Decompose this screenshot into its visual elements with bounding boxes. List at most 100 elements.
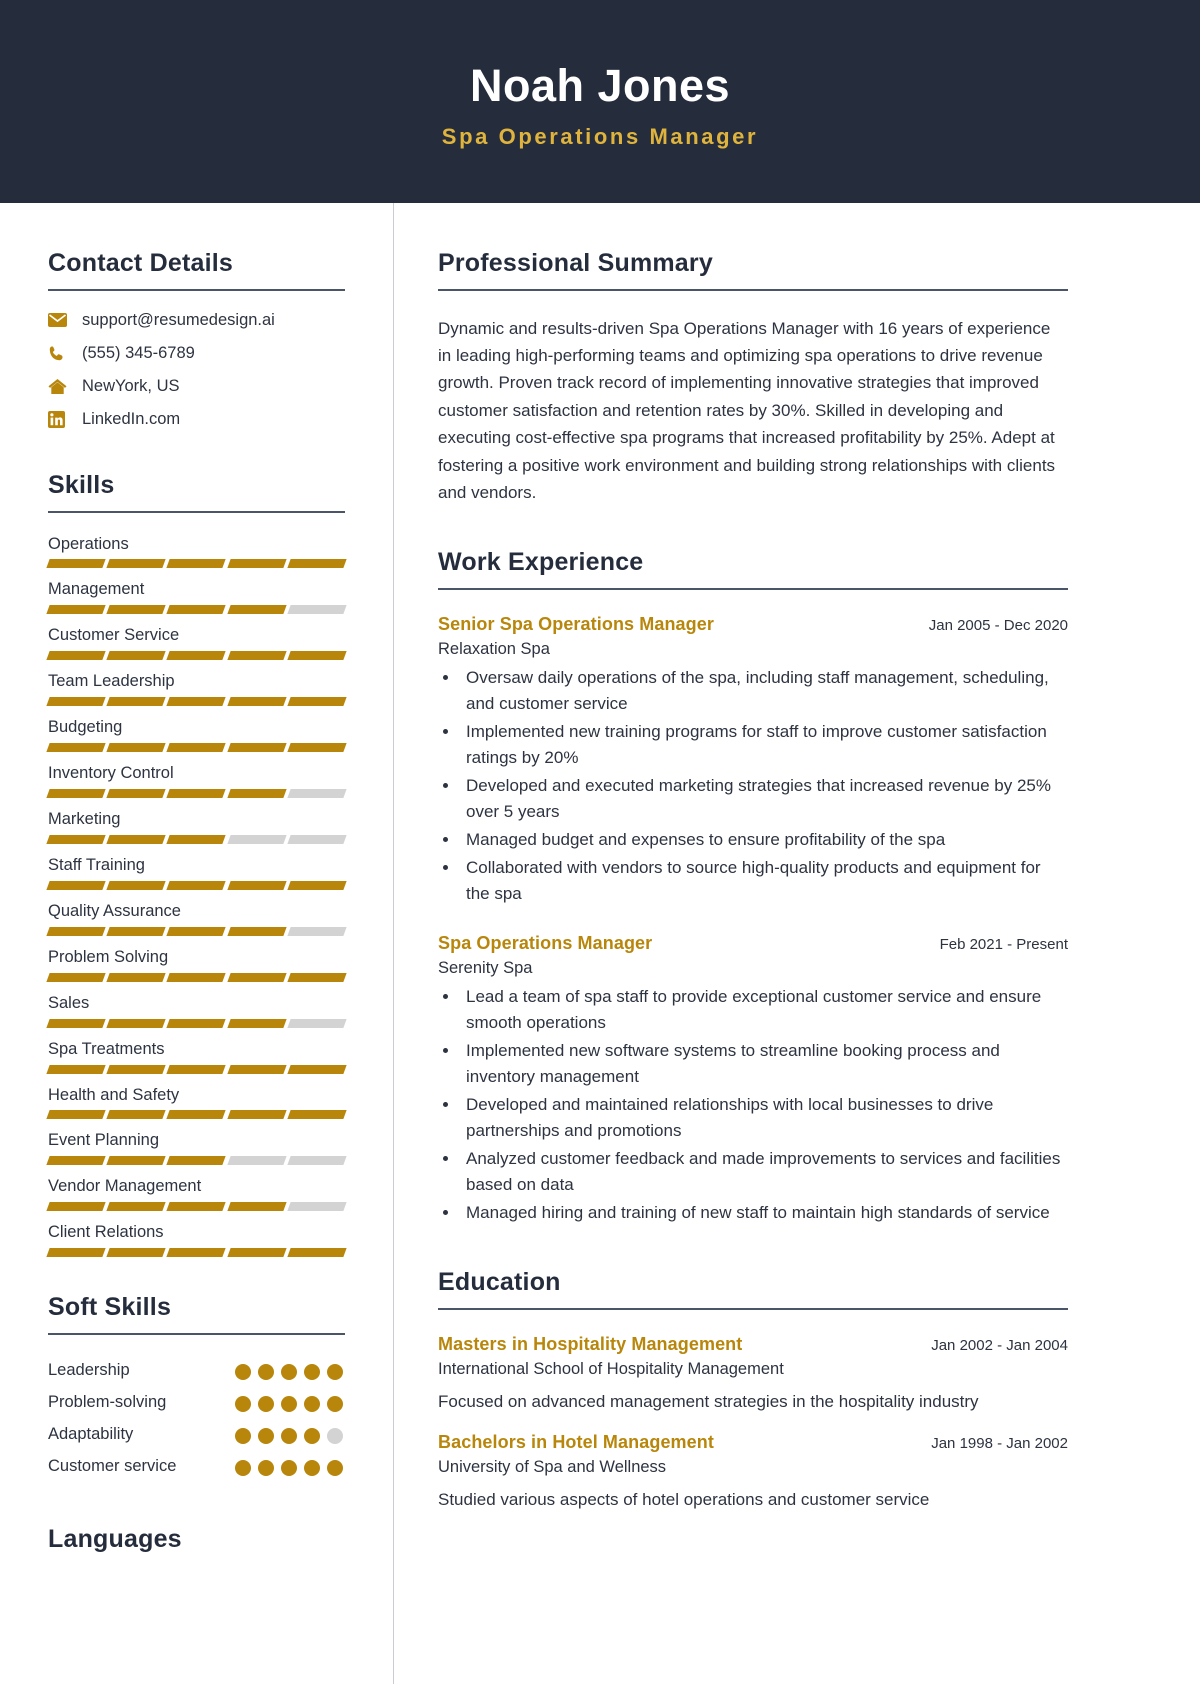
skill-level-bar [46,1202,347,1212]
skill-label: Problem Solving [48,947,169,966]
candidate-role: Spa Operations Manager [441,124,759,150]
skill-bar-segment [226,697,287,707]
resume-page: Noah Jones Spa Operations Manager Contac… [0,0,1200,1684]
rating-dot [258,1428,274,1444]
soft-skill-item: Problem-solving [48,1387,345,1419]
soft-skill-label: Adaptability [48,1425,134,1443]
skill-bar-segment [106,559,167,569]
skill-bar-segment [287,1064,347,1074]
education-entry: Bachelors in Hotel Management Jan 1998 - … [438,1432,1068,1513]
education-entry-institution: University of Spa and Wellness [438,1458,667,1477]
skill-level-bar [46,1248,347,1258]
rating-dot [235,1396,251,1412]
skill-item: Team Leadership [46,670,347,707]
professional-summary-section: Professional Summary Dynamic and results… [438,249,1068,506]
soft-skill-label: Leadership [48,1361,130,1379]
contact-item-phone[interactable]: (555) 345-6789 [48,344,345,363]
skill-item: Quality Assurance [46,900,347,936]
skill-bar-segment [46,605,106,615]
education-entry-date: Jan 1998 - Jan 2002 [931,1435,1068,1453]
work-entry-date: Feb 2021 - Present [939,936,1068,954]
skill-bar-segment [46,697,106,707]
skill-item: Management [46,578,347,615]
skill-bar-segment [166,789,227,799]
skill-bar-segment [226,926,287,936]
soft-skills-heading: Soft Skills [48,1293,172,1322]
contact-item-location[interactable]: NewYork, US [48,377,345,396]
skill-bar-segment [226,972,287,982]
skill-item: Staff Training [46,854,347,890]
skill-bar-segment [287,834,347,844]
soft-skill-rating [235,1419,345,1444]
skill-bar-segment [287,743,347,753]
work-entry-header: Spa Operations Manager Feb 2021 - Present [438,933,1068,954]
work-entry-bullets: Lead a team of spa staff to provide exce… [460,984,1068,1226]
skill-label: Client Relations [48,1223,164,1242]
skill-bar-segment [46,559,106,569]
skill-item: Event Planning [46,1129,347,1166]
skill-bar-segment [287,1156,347,1166]
skill-bar-segment [287,880,347,890]
skill-bar-segment [287,559,347,569]
skill-bar-segment [226,789,287,799]
resume-header: Noah Jones Spa Operations Manager [0,0,1200,203]
skill-label: Staff Training [48,855,145,874]
email-icon [48,313,72,328]
section-divider [438,588,1068,591]
skill-bar-segment [106,1064,167,1074]
skills-list: Operations Management Customer Service Team… [46,533,347,1258]
skill-label: Health and Safety [48,1085,180,1104]
work-bullet: Developed and maintained relationships w… [460,1092,1068,1144]
education-entry-institution: International School of Hospitality Mana… [438,1359,784,1378]
education-entry-degree: Bachelors in Hotel Management [438,1432,714,1453]
skill-level-bar [46,697,347,707]
skill-bar-segment [106,1110,167,1120]
soft-skill-item: Customer service [48,1451,345,1483]
education-entry-description: Studied various aspects of hotel operati… [438,1490,930,1510]
work-entry-title: Senior Spa Operations Manager [438,614,714,635]
work-entry: Senior Spa Operations Manager Jan 2005 - … [438,614,1068,907]
rating-dot [327,1460,343,1476]
skill-level-bar [46,972,347,982]
rating-dot [258,1364,274,1380]
skill-level-bar [46,1156,347,1166]
soft-skills-section: Soft Skills Leadership Problem-solving Ada… [48,1293,345,1483]
rating-dot [327,1396,343,1412]
rating-dot [304,1364,320,1380]
rating-dot [235,1460,251,1476]
education-list: Masters in Hospitality Management Jan 200… [438,1334,1068,1513]
main-content: Professional Summary Dynamic and results… [394,203,1200,1684]
skill-bar-segment [166,651,227,661]
skill-bar-segment [106,743,167,753]
skill-level-bar [46,559,347,569]
skill-bar-segment [106,926,167,936]
work-entry-header: Senior Spa Operations Manager Jan 2005 - … [438,614,1068,635]
contact-item-email[interactable]: support@resumedesign.ai [48,311,345,330]
professional-summary-heading: Professional Summary [438,249,713,277]
skill-bar-segment [46,1018,106,1028]
skill-label: Event Planning [48,1131,159,1150]
skill-label: Marketing [48,810,121,829]
skill-level-bar [46,651,347,661]
skill-bar-segment [166,743,227,753]
skill-bar-segment [287,972,347,982]
skill-label: Customer Service [48,626,180,645]
skill-bar-segment [287,926,347,936]
skills-section: Skills Operations Management Customer Serv… [46,471,347,1258]
contact-item-linkedin[interactable]: LinkedIn.com [48,410,345,429]
skill-bar-segment [46,972,106,982]
rating-dot [235,1428,251,1444]
section-divider [438,1307,1068,1310]
rating-dot [327,1428,343,1444]
work-bullet: Developed and executed marketing strateg… [460,773,1068,825]
skill-bar-segment [46,834,106,844]
resume-body: Contact Details support@resumedesign.ai … [0,203,1200,1684]
work-entry-bullets: Oversaw daily operations of the spa, inc… [460,665,1068,907]
skill-item: Client Relations [46,1221,347,1258]
work-bullet: Managed budget and expenses to ensure pr… [460,827,1068,853]
skill-bar-segment [46,1064,106,1074]
sidebar: Contact Details support@resumedesign.ai … [0,203,394,1684]
rating-dot [304,1396,320,1412]
work-bullet: Collaborated with vendors to source high… [460,855,1068,907]
work-experience-heading: Work Experience [438,548,644,577]
